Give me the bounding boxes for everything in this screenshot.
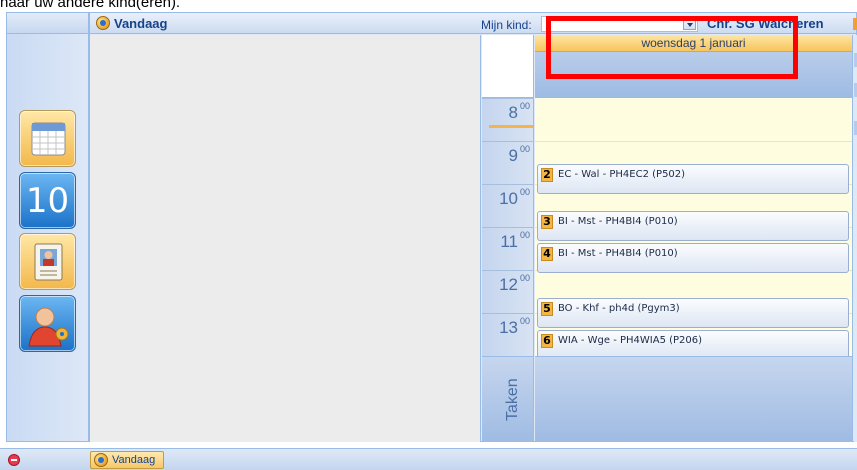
child-select-label: Mijn kind: [481,18,532,32]
appointment[interactable]: 4 BI - Mst - PH4BI4 (P010) [537,243,849,273]
grades-tile-button[interactable]: 10 [19,172,76,229]
today-icon [94,453,108,467]
today-panel: Vandaag Mijn kind: Chr. SG Walcheren 8 0… [89,12,857,442]
hour-value: 11 [500,232,518,251]
hour-label: 13 00 [482,313,534,356]
appointment-text: EC - Wal - PH4EC2 (P502) [558,169,686,180]
minute-value: 00 [519,230,530,240]
lesson-hour-badge: 4 [541,247,553,261]
appointment-text: BO - Khf - ph4d (Pgym3) [558,303,680,314]
hour-label: 8 00 [482,98,534,141]
appointment-text: BI - Mst - PH4BI4 (P010) [558,216,678,227]
highlight-annotation [546,16,798,79]
hour-label: 10 00 [482,184,534,227]
appointment-text: BI - Mst - PH4BI4 (P010) [558,248,678,259]
day-column: woensdag 1 januari 2 EC - Wal - PH4EC2 (… [535,35,853,442]
lesson-hour-badge: 2 [541,168,553,182]
lesson-hour-badge: 6 [541,334,553,348]
appointment[interactable]: 5 BO - Khf - ph4d (Pgym3) [537,298,849,328]
minute-value: 00 [519,101,530,111]
grades-icon: 10 [25,181,70,221]
calendar-tile-button[interactable] [19,110,76,167]
user-settings-icon [28,307,69,347]
taskbar-today-label: Vandaag [112,454,156,466]
user-settings-tile-button[interactable] [19,295,76,352]
minute-value: 00 [519,144,530,154]
current-time-marker [489,125,533,128]
hour-value: 13 [499,318,518,337]
lesson-hour-badge: 5 [541,302,553,316]
hour-value: 10 [499,189,518,208]
minute-value: 00 [519,316,530,326]
tasks-section[interactable]: Taken [482,356,533,442]
lesson-hour-badge: 3 [541,215,553,229]
taskbar-today-button[interactable]: Vandaag [90,451,164,469]
minute-value: 00 [519,273,530,283]
hour-label: 12 00 [482,270,534,313]
hour-value: 9 [508,146,518,165]
student-card-icon [34,243,63,281]
tasks-day-area[interactable] [535,356,852,442]
content-area [90,35,481,442]
today-icon [96,16,110,30]
sidebar-header [7,13,88,34]
tasks-label: Taken [504,378,521,421]
taskbar: Vandaag [0,448,857,470]
time-column: 8 00 9 00 10 00 11 00 12 00 13 00 Taken [482,35,534,442]
time-column-header [482,35,533,98]
hour-label: 9 00 [482,141,534,184]
app-sidebar: 10 [6,12,89,442]
panel-title: Vandaag [114,16,168,31]
hour-value: 12 [499,275,518,294]
hour-value: 8 [508,103,518,122]
calendar-icon [31,122,66,156]
minute-value: 00 [519,187,530,197]
appointment[interactable]: 3 BI - Mst - PH4BI4 (P010) [537,211,849,241]
logout-icon[interactable] [8,454,20,466]
instruction-caption: naar uw andere kind(eren). [0,0,181,11]
appointment-text: WIA - Wge - PH4WIA5 (P206) [558,335,703,346]
student-card-tile-button[interactable] [19,233,76,290]
hour-label: 11 00 [482,227,534,270]
appointment[interactable]: 2 EC - Wal - PH4EC2 (P502) [537,164,849,194]
time-slot-divider [535,141,852,142]
school-icon [853,18,857,30]
